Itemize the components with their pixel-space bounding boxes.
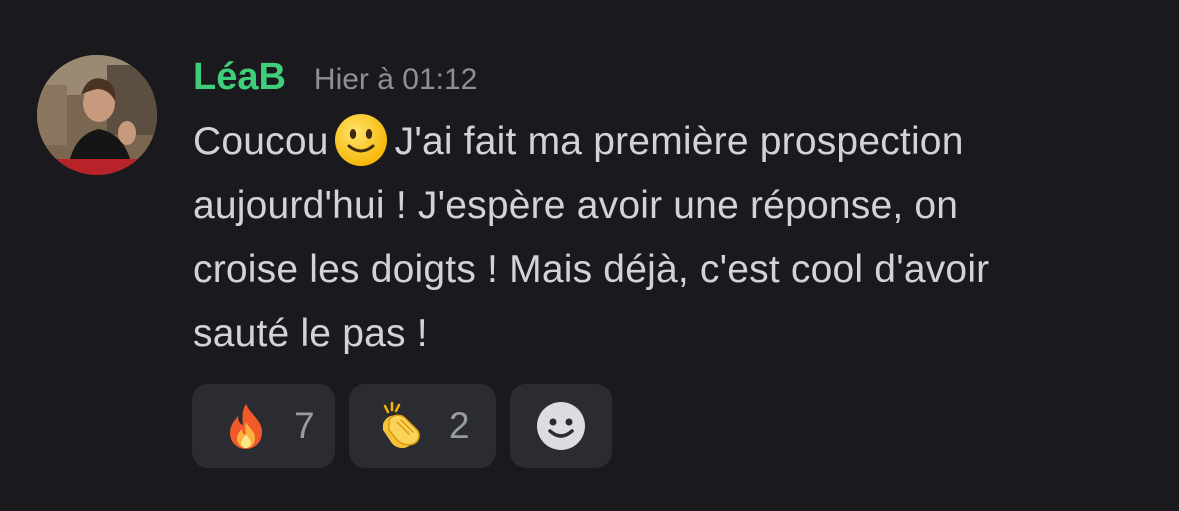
slightly-smiling-face-icon xyxy=(334,113,387,166)
reactions-bar: 7 2 xyxy=(192,384,612,468)
reaction-count: 2 xyxy=(449,405,470,446)
message-line: sauté le pas ! xyxy=(193,312,428,355)
avatar-photo xyxy=(37,55,157,175)
message-header: LéaB Hier à 01:12 xyxy=(193,56,477,102)
avatar[interactable] xyxy=(37,55,157,175)
username[interactable]: LéaB xyxy=(193,56,286,99)
message-text: Coucou xyxy=(193,120,329,163)
message-line: aujourd'hui ! J'espère avoir une réponse… xyxy=(193,184,959,227)
add-reaction-button[interactable] xyxy=(510,384,612,468)
timestamp[interactable]: Hier à 01:12 xyxy=(314,63,477,97)
message-line: Coucou J'ai fait ma première prospection xyxy=(193,110,1153,174)
fire-icon xyxy=(230,404,262,449)
chat-message: LéaB Hier à 01:12 Coucou J'ai fait ma pr… xyxy=(0,0,1179,511)
message-line: croise les doigts ! Mais déjà, c'est coo… xyxy=(193,248,990,291)
reaction-count: 7 xyxy=(294,405,315,446)
clapping-hands-icon xyxy=(383,401,420,449)
reaction-clapping-hands[interactable]: 2 xyxy=(349,384,496,468)
add-reaction-smiley-icon xyxy=(537,402,585,450)
message-content: Coucou J'ai fait ma première prospection… xyxy=(193,110,1153,366)
reaction-fire[interactable]: 7 xyxy=(192,384,335,468)
message-text: J'ai fait ma première prospection xyxy=(394,120,964,163)
